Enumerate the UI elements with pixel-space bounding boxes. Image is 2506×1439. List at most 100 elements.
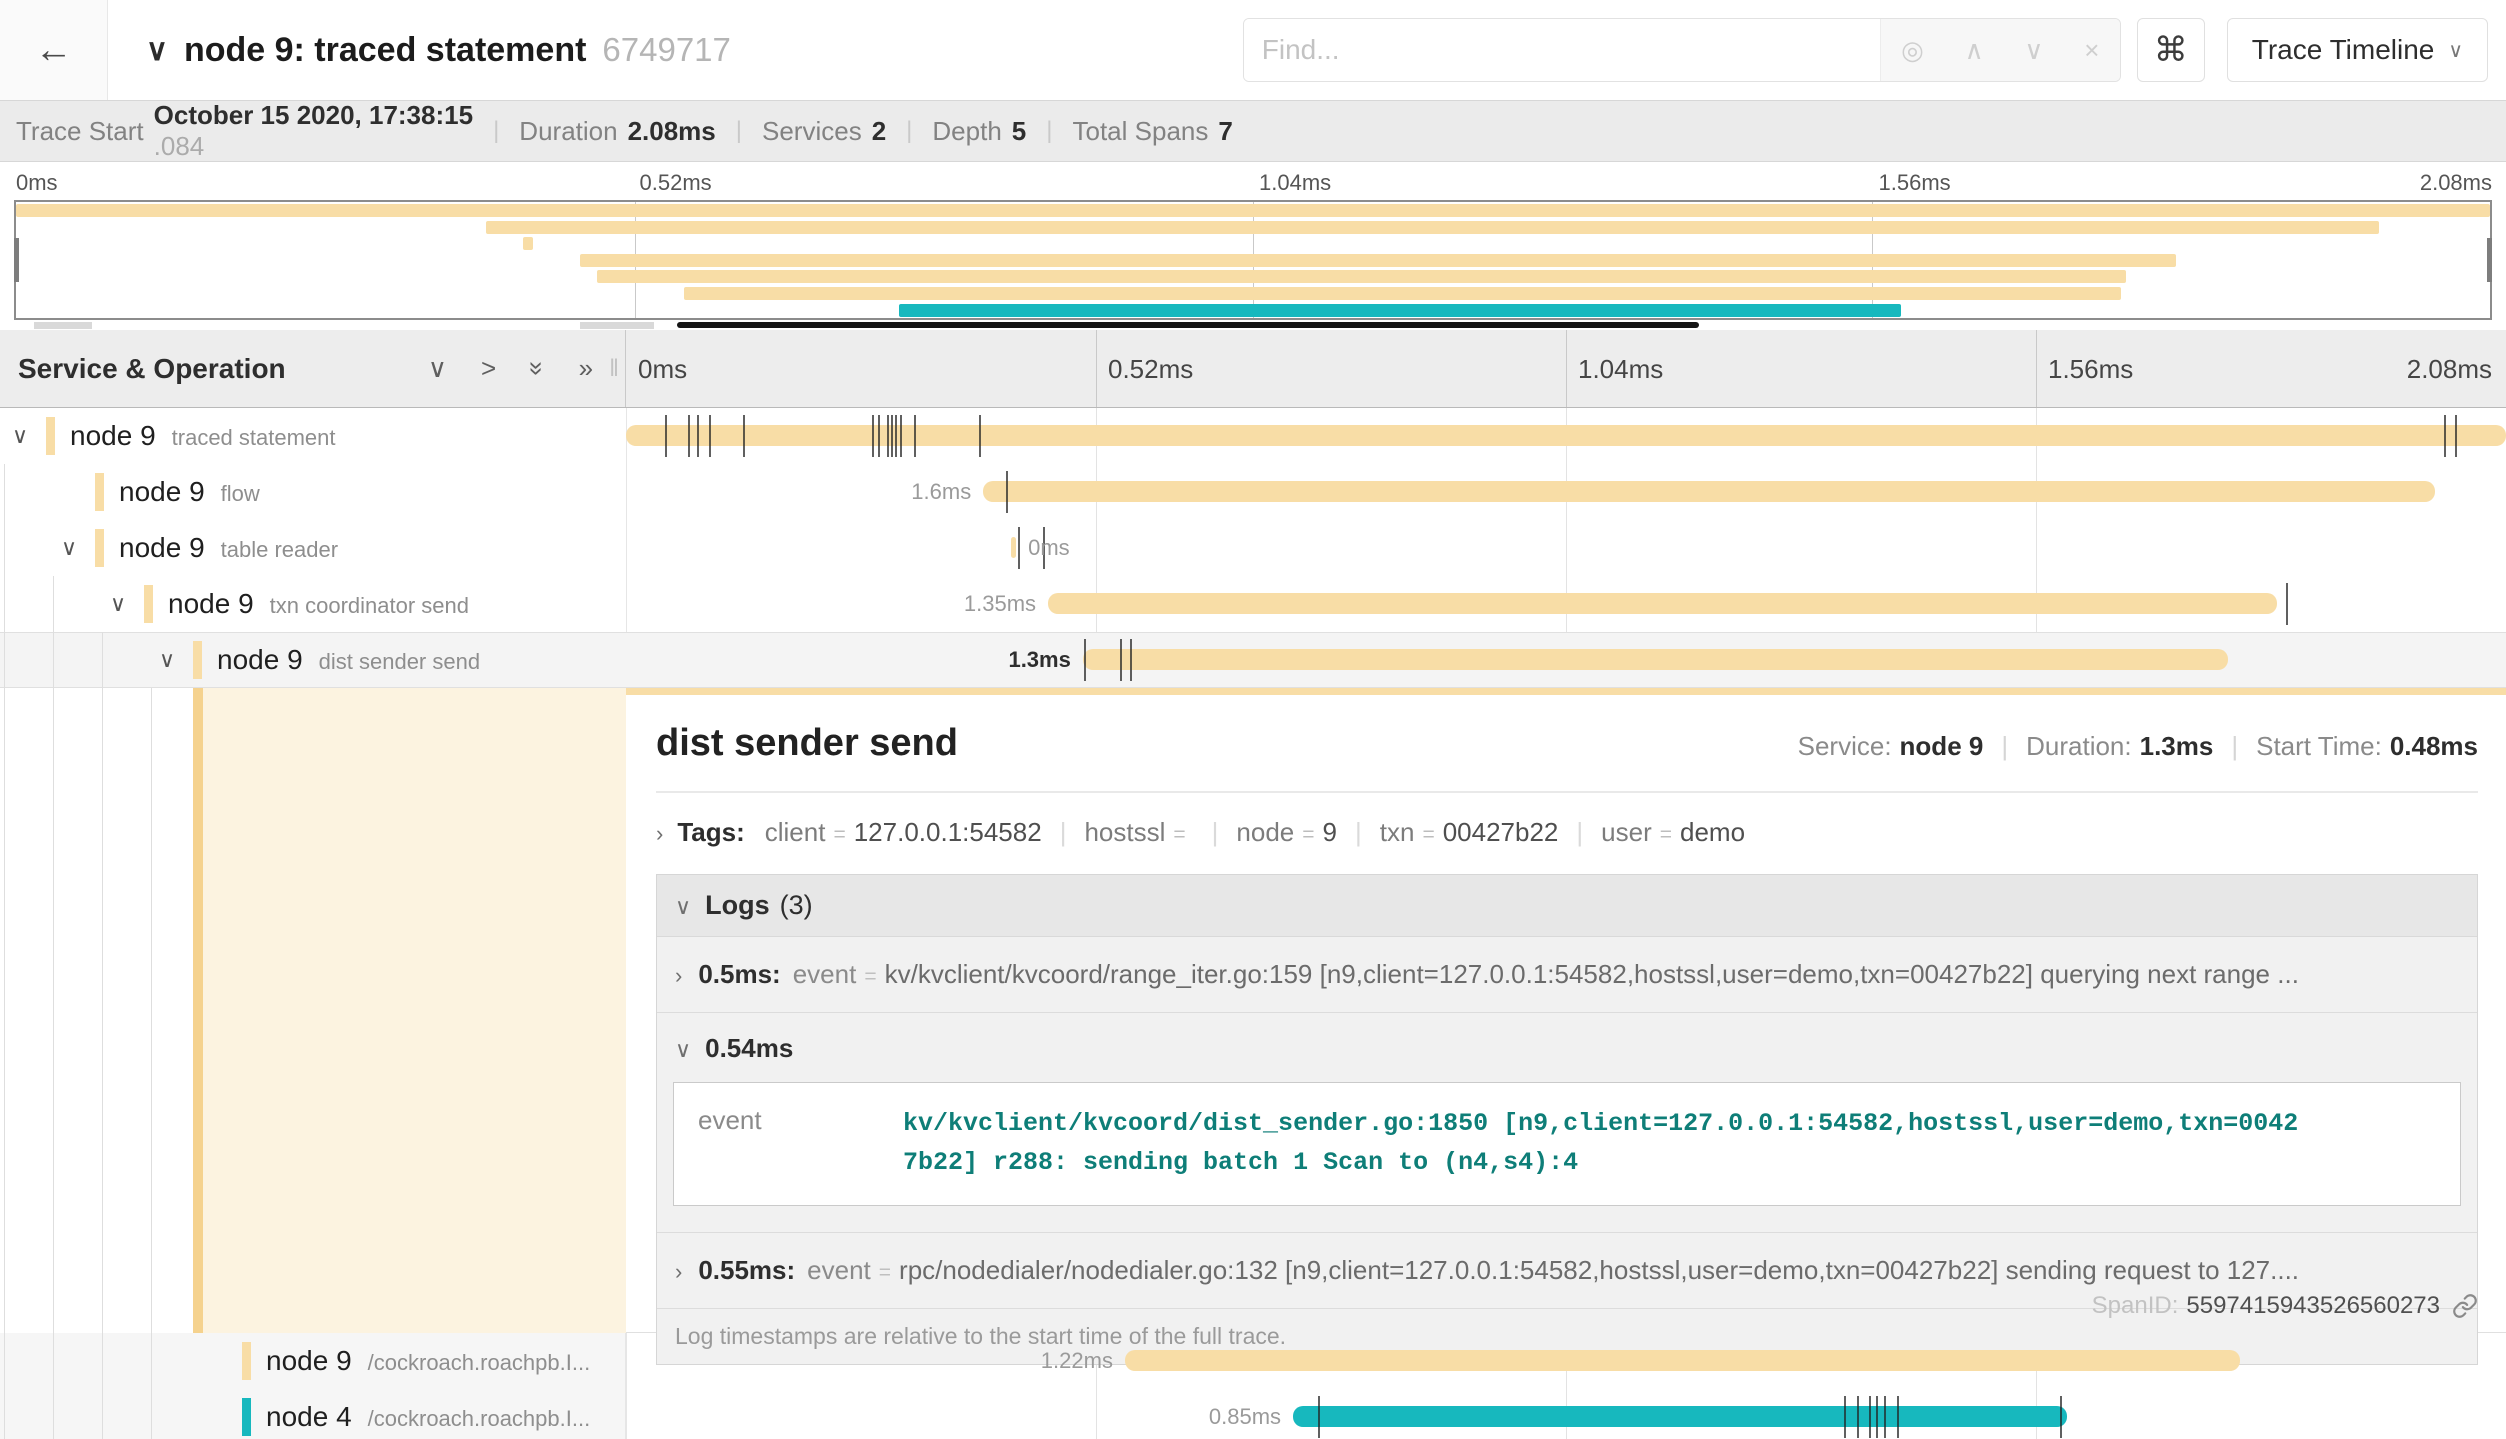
clear-search-icon[interactable]: ×	[2084, 35, 2099, 66]
deep-link-icon[interactable]	[2452, 1293, 2478, 1319]
trace-info-bar: Trace StartOctober 15 2020, 17:38:15.084…	[0, 100, 2506, 162]
tag-value: 127.0.0.1:54582	[854, 817, 1042, 847]
log-event-tick	[1018, 527, 1020, 569]
log-timestamp: 0.54ms	[705, 1033, 793, 1064]
log-entry-expanded: ∨ 0.54ms event kv/kvclient/kvcoord/dist_…	[657, 1013, 2477, 1206]
logs-collapse-icon[interactable]: ∨	[675, 894, 691, 920]
log-event-tick	[2060, 1396, 2062, 1438]
span-duration-label: 1.22ms	[1041, 1348, 1113, 1374]
span-row-name[interactable]: ∨ node 9 txn coordinator send	[0, 576, 626, 632]
tree-depth-guide	[4, 1333, 5, 1389]
span-row: ∨ node 9 txn coordinator send 1.35ms	[0, 576, 2506, 632]
timeline-tick-label: 2.08ms	[2407, 354, 2492, 385]
back-button[interactable]: ←	[0, 0, 108, 100]
service-name: node 9	[168, 588, 254, 619]
tree-depth-guide	[53, 1333, 54, 1389]
locate-icon[interactable]: ◎	[1901, 35, 1924, 66]
span-collapse-chevron-icon[interactable]: ∨	[12, 423, 28, 449]
log-expand-icon[interactable]: ›	[675, 1259, 682, 1285]
divider: |	[906, 117, 912, 145]
trace-scrubber-right[interactable]	[2487, 238, 2492, 282]
divider: |	[1046, 117, 1052, 145]
span-duration-bar[interactable]	[1083, 649, 2228, 670]
span-collapse-chevron-icon[interactable]: ∨	[110, 591, 126, 617]
horizontal-scrollbar[interactable]	[677, 322, 1699, 328]
span-row: ∨node 9dist sender send1.3ms	[0, 632, 2506, 688]
next-result-icon[interactable]: ∨	[2024, 35, 2043, 66]
span-duration-bar[interactable]	[626, 425, 2506, 446]
find-input[interactable]	[1244, 19, 1880, 81]
divider: |	[736, 117, 742, 145]
span-row-name[interactable]: ∨node 9traced statement	[0, 408, 626, 464]
span-row-timeline[interactable]: 1.3ms	[626, 632, 2506, 688]
span-row-name[interactable]: node 9flow	[0, 464, 626, 520]
service-name: node 9	[119, 476, 205, 507]
collapse-trace-chevron-icon[interactable]: ∨	[146, 33, 168, 68]
span-duration-bar[interactable]	[1293, 1406, 2067, 1427]
expand-all-icon[interactable]: »	[579, 353, 593, 384]
span-row-name[interactable]: node 4/cockroach.roachpb.I...	[0, 1389, 626, 1439]
collapse-one-icon[interactable]: ∨	[428, 353, 447, 384]
log-collapse-icon[interactable]: ∨	[675, 1037, 691, 1063]
span-id-value: 5597415943526560273	[2186, 1292, 2440, 1320]
log-collapse-row[interactable]: ∨ 0.54ms	[657, 1013, 2477, 1070]
span-collapse-chevron-icon[interactable]: ∨	[159, 647, 175, 673]
trace-info-label: Duration	[519, 116, 617, 147]
view-selector-button[interactable]: Trace Timeline ∨	[2227, 18, 2488, 82]
log-expand-icon[interactable]: ›	[675, 963, 682, 989]
span-duration-label: 1.35ms	[964, 591, 1036, 617]
service-name: node 9	[119, 532, 205, 563]
tree-depth-guide	[53, 632, 54, 688]
span-row-timeline[interactable]: 0.85ms	[626, 1389, 2506, 1439]
span-row: ∨node 9table reader0ms	[0, 520, 2506, 576]
tree-depth-guide	[102, 632, 103, 688]
span-duration-bar[interactable]	[1125, 1350, 2240, 1371]
span-row-name[interactable]: node 9/cockroach.roachpb.I...	[0, 1333, 626, 1389]
span-duration-bar[interactable]	[983, 481, 2434, 502]
span-row-timeline[interactable]: 1.35ms	[626, 576, 2506, 632]
span-duration-bar[interactable]	[1048, 593, 2277, 614]
expand-one-icon[interactable]: >	[481, 353, 496, 384]
minimap-canvas[interactable]	[14, 200, 2492, 320]
timeline-tick-label: 1.04ms	[1578, 354, 1663, 385]
start-time-label: Start Time:	[2256, 731, 2382, 762]
span-detail-title: dist sender send	[656, 722, 958, 765]
service-operation-title: Service & Operation	[18, 353, 286, 385]
span-row-timeline[interactable]: 1.6ms	[626, 464, 2506, 520]
minimap-span-bar	[580, 254, 2176, 267]
trace-title-group: ∨ node 9: traced statement 6749717	[146, 31, 731, 70]
minimap-grip-right	[580, 322, 654, 329]
keyboard-shortcuts-button[interactable]: ⌘	[2137, 18, 2205, 82]
trace-scrubber-left[interactable]	[14, 238, 19, 282]
log-event-tick	[979, 415, 981, 457]
find-box: ◎ ∧ ∨ ×	[1243, 18, 2121, 82]
log-event-tick	[891, 415, 893, 457]
service-label: Service:	[1798, 731, 1892, 762]
span-row-timeline[interactable]: 1.22ms	[626, 1333, 2506, 1389]
log-value: rpc/nodedialer/nodedialer.go:132 [n9,cli…	[899, 1255, 2299, 1286]
logs-header[interactable]: ∨ Logs (3)	[657, 875, 2477, 937]
span-duration-label: 0.85ms	[1209, 1404, 1281, 1430]
tags-row[interactable]: › Tags: client=127.0.0.1:54582|hostssl=|…	[656, 817, 2478, 848]
span-duration-label: 0ms	[1028, 535, 1070, 561]
page-header: ← ∨ node 9: traced statement 6749717 ◎ ∧…	[0, 0, 2506, 100]
span-collapse-chevron-icon[interactable]: ∨	[61, 535, 77, 561]
collapse-all-icon[interactable]: »	[522, 361, 553, 375]
log-key: event	[807, 1255, 871, 1286]
span-row-name[interactable]: ∨node 9dist sender send	[0, 632, 626, 688]
prev-result-icon[interactable]: ∧	[1965, 35, 1984, 66]
span-rows-area: ∨node 9traced statementnode 9flow1.6ms∨n…	[0, 408, 2506, 1439]
span-row-timeline[interactable]	[626, 408, 2506, 464]
operation-name: txn coordinator send	[270, 593, 469, 618]
log-event-tick	[1897, 1396, 1899, 1438]
tags-expand-icon[interactable]: ›	[656, 821, 663, 847]
minimap-span-bar	[597, 270, 2126, 283]
column-resize-grip[interactable]: ‖	[609, 355, 619, 383]
span-row-timeline[interactable]: 0ms	[626, 520, 2506, 576]
minimap-span-bar	[899, 304, 1901, 317]
service-name: node 4	[266, 1401, 352, 1432]
span-row-name[interactable]: ∨node 9table reader	[0, 520, 626, 576]
span-duration-bar[interactable]	[1011, 537, 1016, 558]
log-entry[interactable]: › 0.5ms: event = kv/kvclient/kvcoord/ran…	[657, 937, 2477, 1013]
minimap-tick-label: 2.08ms	[2420, 170, 2492, 196]
